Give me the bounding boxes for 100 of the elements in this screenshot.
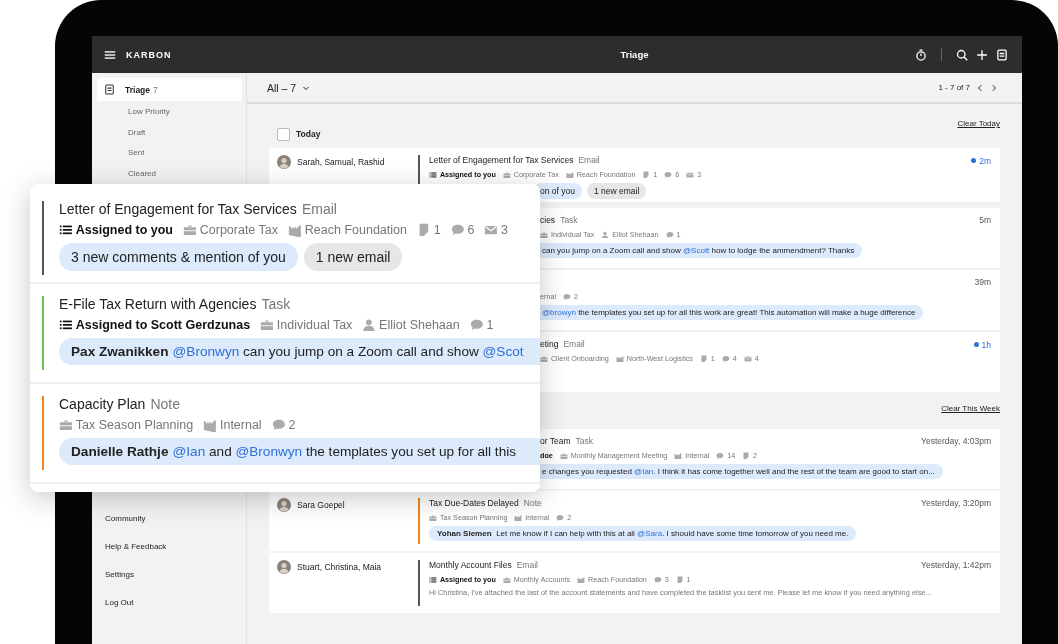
triage-row[interactable]	[269, 553, 1000, 613]
comment-icon	[721, 354, 730, 363]
message-bubble: Pax Zwanikken @Bronwyn can you jump on a Zoom call and show @Scot	[59, 338, 540, 365]
row-time: Yesterday, 3:20pm	[921, 498, 991, 508]
card-type: Note	[150, 396, 180, 413]
checkbox[interactable]	[277, 127, 290, 141]
brand-logo[interactable]: KARBON	[126, 49, 172, 60]
row-type: Email	[516, 560, 538, 570]
work-label: Tax Season Planning	[75, 418, 194, 432]
comment-icon	[556, 513, 565, 522]
row-title: Monthly Account Files	[429, 560, 512, 570]
row-type: Email	[578, 155, 600, 165]
email-pill[interactable]: 1 new email	[587, 183, 647, 199]
sidebar-link[interactable]: Settings	[105, 568, 242, 581]
sidebar-link[interactable]: Help & Feedback	[105, 540, 242, 553]
assignee-label: Assigned to you	[75, 223, 173, 237]
sidebar-item[interactable]: Triage 7	[97, 78, 242, 101]
row-type: Task	[560, 215, 578, 225]
next-button[interactable]	[990, 83, 998, 92]
card-title: Capacity Plan	[59, 396, 146, 413]
building-icon	[615, 354, 624, 363]
message-bubble: Yohan Siemen Let me know if I can help with this at all @Sara. I should have some time tomorrow of you need me.	[429, 526, 857, 541]
triage-icon	[104, 84, 115, 95]
sidebar-subitem[interactable]: Draft	[97, 121, 242, 143]
row-title: Tax Due-Dates Delayed	[429, 498, 519, 508]
building-icon	[514, 513, 523, 522]
card-title: E-File Tax Return with Agencies	[59, 296, 257, 313]
briefcase-icon	[502, 170, 511, 179]
section-title: Today	[296, 129, 321, 139]
sidebar-subitem[interactable]: Cleared	[97, 163, 242, 184]
sidebar-subitem[interactable]: Sent	[97, 142, 242, 164]
contact-label: Elliot Shehaan	[379, 318, 460, 332]
note-icon	[742, 451, 751, 460]
envelope-icon	[484, 223, 499, 237]
pagination-text: 1 - 7 of 7	[938, 83, 970, 92]
briefcase-icon	[59, 418, 73, 432]
sender-name: Sara Goepel	[297, 500, 345, 510]
list-icon	[429, 575, 437, 584]
comment-icon	[665, 230, 674, 239]
client-label: Reach Foundation	[304, 223, 407, 237]
briefcase-icon	[429, 513, 437, 522]
note-icon	[642, 170, 651, 179]
building-icon	[565, 170, 574, 179]
comment-icon	[563, 292, 571, 301]
row-time: 2m	[979, 155, 991, 166]
comment-icon	[450, 223, 465, 237]
row-time: 1h	[981, 339, 991, 350]
building-icon	[203, 418, 217, 432]
list-icon	[429, 170, 437, 179]
sender-name: Stuart, Christina, Maia	[297, 562, 382, 572]
avatar-icon	[277, 498, 291, 512]
message-bubble: Danielle Rathje @Ian and @Bronwyn the templates you set up for all this	[59, 438, 540, 465]
building-icon	[288, 223, 302, 237]
person-icon	[601, 230, 610, 239]
avatar-icon	[277, 560, 291, 574]
comment-icon	[469, 318, 484, 332]
clear-link[interactable]: Clear This Week	[941, 404, 1000, 415]
filter-dropdown[interactable]: All – 7	[267, 81, 311, 94]
sender-name: Sarah, Samual, Rashid	[297, 157, 385, 167]
clear-link[interactable]: Clear Today	[957, 119, 1000, 130]
comment-icon	[664, 170, 673, 179]
list-icon	[59, 223, 73, 237]
comment-pill[interactable]: 3 new comments & mention of you	[59, 243, 298, 271]
comment-icon	[271, 418, 286, 432]
list-icon	[59, 318, 73, 332]
row-type: Task	[575, 436, 594, 446]
avatar-icon	[277, 155, 291, 169]
menu-icon[interactable]	[104, 48, 116, 61]
note-icon	[675, 575, 684, 584]
comment-count: 1	[486, 318, 494, 332]
sidebar-link[interactable]: Community	[105, 512, 242, 525]
timer-icon[interactable]	[915, 48, 927, 61]
briefcase-icon	[559, 451, 568, 460]
envelope-icon	[686, 170, 695, 179]
row-title: or Team	[540, 436, 571, 446]
search-icon[interactable]	[956, 48, 968, 61]
comment-icon	[653, 575, 662, 584]
row-time: Yesterday, 4:03pm	[921, 436, 991, 446]
briefcase-icon	[183, 223, 197, 237]
briefcase-icon	[540, 354, 548, 363]
person-icon	[362, 318, 377, 332]
add-icon[interactable]	[976, 48, 988, 61]
sidebar-link[interactable]: Log Out	[105, 596, 242, 609]
email-pill[interactable]: 1 new email	[303, 243, 403, 271]
comment-icon	[716, 451, 725, 460]
row-time: 5m	[979, 215, 991, 225]
row-title: cies	[540, 215, 556, 225]
note-icon[interactable]	[996, 48, 1008, 61]
briefcase-icon	[502, 575, 511, 584]
note-icon	[699, 354, 708, 363]
row-title: eting	[540, 339, 559, 349]
comment-count: 6	[467, 223, 475, 237]
note-count: 1	[433, 223, 441, 237]
client-label: Internal	[219, 418, 262, 432]
sidebar-subitem[interactable]: Low Priority	[97, 101, 242, 122]
previous-button[interactable]	[976, 83, 984, 92]
row-time: Yesterday, 1:42pm	[921, 560, 991, 570]
building-icon	[577, 575, 585, 584]
page-title: Triage	[619, 49, 650, 60]
work-label: Individual Tax	[276, 318, 353, 332]
